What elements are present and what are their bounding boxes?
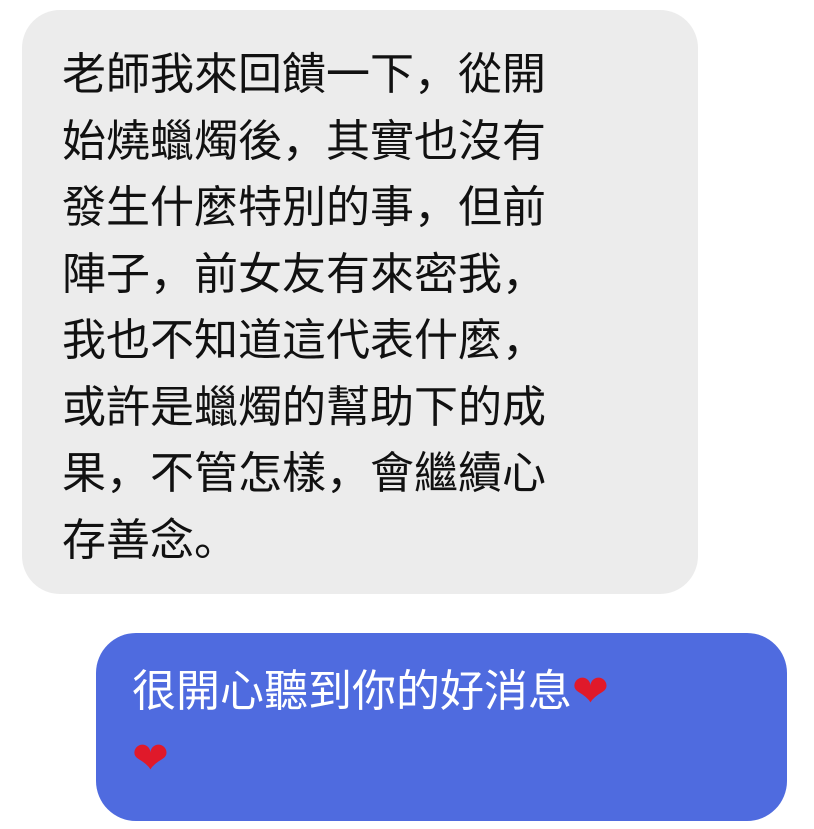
outgoing-message-bubble: 很開心聽到你的好消息❤ ❤ <box>96 633 787 821</box>
incoming-message-line: 或許是蠟燭的幫助下的成 <box>62 381 546 433</box>
incoming-message-bubble: 老師我來回饋一下，從開 始燒蠟燭後，其實也沒有 發生什麼特別的事，但前 陣子，前… <box>22 10 698 594</box>
incoming-message-line: 老師我來回饋一下，從開 <box>62 49 546 100</box>
red-heart-icon: ❤ <box>132 732 169 784</box>
chat-thread: 老師我來回饋一下，從開 始燒蠟燭後，其實也沒有 發生什麼特別的事，但前 陣子，前… <box>0 0 814 829</box>
incoming-message-line: 存善念。 <box>62 514 238 566</box>
outgoing-message-text: 很開心聽到你的好消息 <box>132 666 572 717</box>
incoming-message-line: 果，不管怎樣，會繼續心 <box>62 448 546 499</box>
incoming-message-line: 陣子，前女友有來密我， <box>62 248 546 300</box>
incoming-message-line: 始燒蠟燭後，其實也沒有 <box>62 115 546 167</box>
incoming-message-line: 我也不知道這代表什麼， <box>62 315 546 366</box>
red-heart-icon: ❤ <box>572 666 609 717</box>
incoming-message-line: 發生什麼特別的事，但前 <box>62 182 546 233</box>
